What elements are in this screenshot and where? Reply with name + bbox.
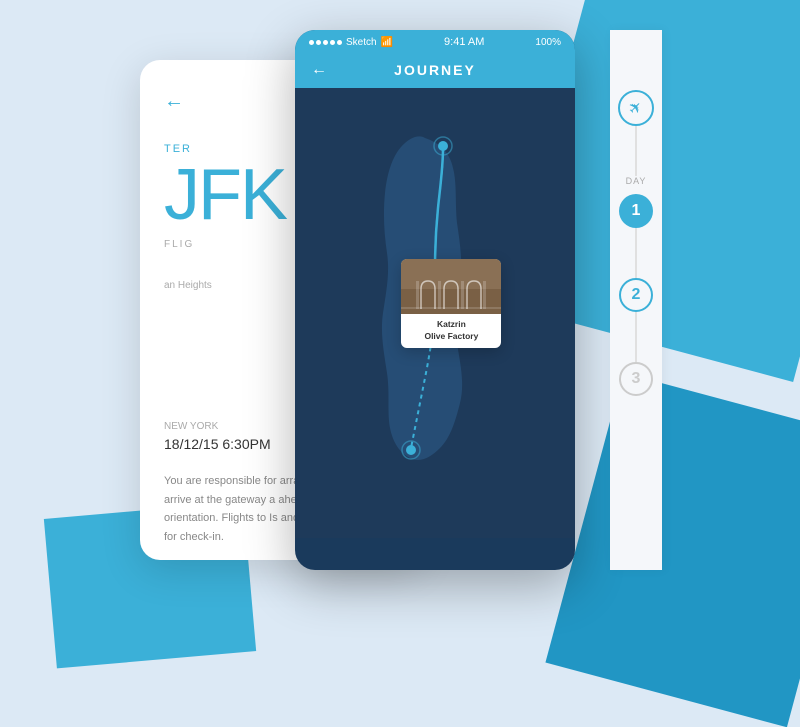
sidebar-line-1 [635,126,637,176]
signal-dot-5 [337,40,342,45]
map-area: Katzrin Olive Factory [295,88,575,538]
right-sidebar: ✈ DAY 1 2 3 [610,30,662,570]
day-1-circle[interactable]: 1 [619,194,653,228]
sidebar-line-3 [635,312,637,362]
back-arrow-button[interactable]: ← [164,90,184,113]
phone-header: ← JOURNEY [295,54,575,88]
airplane-icon: ✈ [624,96,648,120]
tooltip-image [401,259,501,314]
day-2-number: 2 [632,286,641,304]
signal-dot-3 [323,40,328,45]
day-2-circle[interactable]: 2 [619,278,653,312]
bg-shape-bottom-right [545,373,800,727]
signal-dot-2 [316,40,321,45]
building-image-svg [401,259,501,314]
status-left: Sketch 📶 [309,37,393,48]
tooltip-location-line1: Katzrin [409,319,493,331]
status-battery: 100% [535,37,561,48]
airplane-icon-circle[interactable]: ✈ [618,90,654,126]
sidebar-line-2 [635,228,637,278]
tooltip-image-inner [401,259,501,314]
tooltip-text: Katzrin Olive Factory [401,314,501,348]
day-1-number: 1 [632,202,641,220]
day-3-number: 3 [632,370,641,388]
signal-dots [309,40,342,45]
day-3-circle[interactable]: 3 [619,362,653,396]
signal-dot-4 [330,40,335,45]
signal-dot-1 [309,40,314,45]
location-tooltip[interactable]: Katzrin Olive Factory [401,259,501,348]
phone-front-panel: Sketch 📶 9:41 AM 100% ← JOURNEY [295,30,575,570]
tooltip-location-line2: Olive Factory [409,331,493,343]
carrier-name: Sketch [346,37,377,48]
day-label: DAY [626,176,647,186]
header-back-button[interactable]: ← [311,61,327,79]
status-bar: Sketch 📶 9:41 AM 100% [295,30,575,54]
wifi-icon: 📶 [381,37,393,48]
status-time: 9:41 AM [444,36,484,48]
header-title: JOURNEY [394,62,476,78]
